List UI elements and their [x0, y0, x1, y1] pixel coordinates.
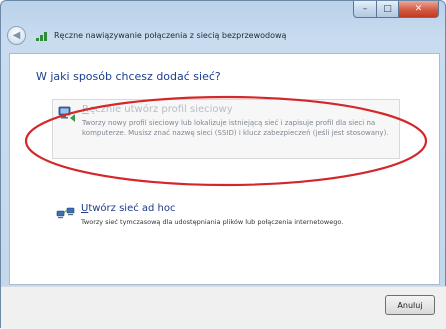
option-manual-profile[interactable]: Ręcznie utwórz profil sieciowy Tworzy no…	[52, 99, 400, 159]
window-title: Ręczne nawiązywanie połączenia z siecią …	[54, 30, 287, 40]
wizard-window: – □ ✕ ◀ Ręczne nawiązywanie połączenia z…	[0, 0, 446, 329]
page-heading: W jaki sposób chcesz dodać sieć?	[36, 70, 221, 83]
option-description: Tworzy nowy profil sieciowy lub lokalizu…	[82, 119, 389, 137]
option-description: Tworzy sieć tymczasową dla udostępniania…	[81, 218, 344, 226]
option-title: Ręcznie utwórz profil sieciowy	[82, 104, 233, 115]
adhoc-network-icon	[56, 203, 76, 223]
option-adhoc-network[interactable]: Utwórz sieć ad hoc Tworzy sieć tymczasow…	[52, 199, 402, 227]
network-profile-icon	[57, 104, 77, 124]
minimize-button[interactable]: –	[353, 1, 377, 18]
back-button[interactable]: ◀	[7, 25, 26, 45]
maximize-button[interactable]: □	[377, 1, 399, 18]
option-title: Utwórz sieć ad hoc	[81, 203, 176, 214]
caption-buttons: – □ ✕	[353, 1, 439, 18]
wireless-network-icon	[36, 29, 50, 41]
wizard-footer: Anuluj	[1, 286, 446, 329]
wizard-titlebar: ◀ Ręczne nawiązywanie połączenia z sieci…	[7, 25, 286, 45]
close-button[interactable]: ✕	[399, 1, 439, 18]
back-arrow-icon: ◀	[12, 29, 21, 41]
wizard-content: W jaki sposób chcesz dodać sieć? Ręcznie…	[9, 53, 440, 285]
cancel-button[interactable]: Anuluj	[385, 295, 435, 315]
